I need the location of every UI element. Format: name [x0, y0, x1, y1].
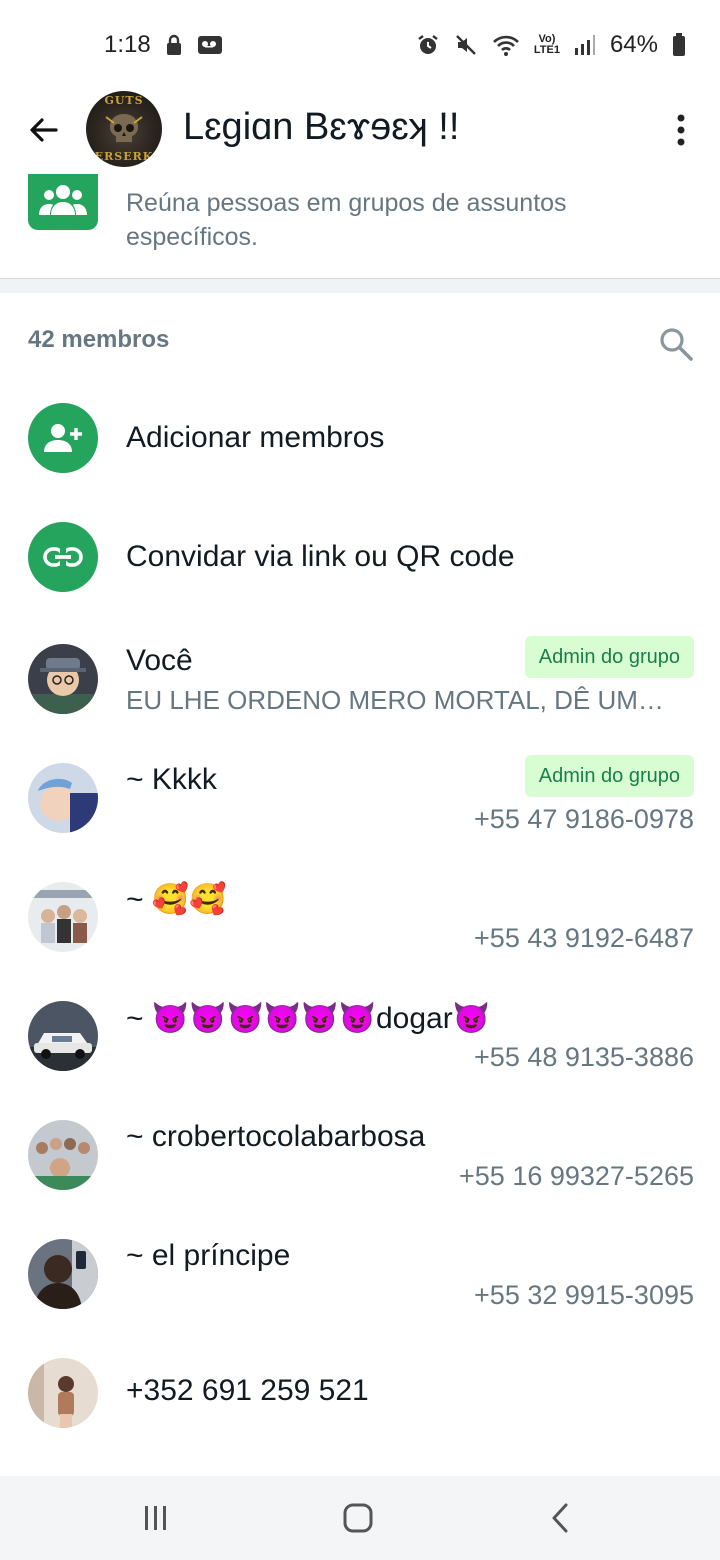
battery-percent: 64%: [609, 31, 658, 58]
community-group-icon: [28, 174, 98, 230]
section-divider: [0, 279, 720, 293]
avatar: [28, 644, 98, 714]
battery-icon: [672, 33, 686, 57]
wifi-icon: [492, 33, 520, 57]
more-options-button[interactable]: [666, 110, 696, 150]
member-row[interactable]: ~ 🥰🥰 +55 43 9192-6487: [0, 874, 720, 992]
group-name[interactable]: Lɛgiɑn Bɛɤɘɛʞ !!: [183, 106, 459, 149]
community-promo[interactable]: Reúna pessoas em grupos de assuntos espe…: [0, 174, 720, 279]
lock-icon: [165, 34, 183, 56]
back-nav-button[interactable]: [540, 1498, 580, 1538]
invite-link-button[interactable]: Convidar via link ou QR code: [0, 507, 720, 607]
recents-icon: [145, 1506, 166, 1530]
avatar: [28, 763, 98, 833]
members-count: 42 membros: [28, 326, 170, 353]
member-row[interactable]: ~ crobertocolabarbosa +55 16 99327-5265: [0, 1112, 720, 1230]
member-name: Você: [126, 644, 193, 677]
avatar: [28, 882, 98, 952]
member-phone: +55 43 9192-6487: [474, 923, 694, 953]
member-name: ~ 🥰🥰: [126, 883, 227, 916]
member-name: ~ 😈😈😈😈😈😈dogar😈: [126, 1002, 491, 1035]
mute-icon: [454, 33, 478, 57]
signal-icon: [574, 34, 596, 56]
alarm-icon: [416, 33, 440, 57]
group-avatar[interactable]: GUTS ERSERK: [86, 91, 162, 167]
member-phone: +55 48 9135-3886: [474, 1042, 694, 1072]
add-members-label: Adicionar membros: [126, 421, 385, 454]
member-phone: +55 47 9186-0978: [474, 804, 694, 834]
avatar: [28, 1239, 98, 1309]
chat-info-header: GUTS ERSERK Lɛgiɑn Bɛɤɘɛʞ !!: [0, 88, 720, 174]
member-phone: +55 16 99327-5265: [459, 1161, 694, 1191]
voicemail-icon: [197, 35, 223, 55]
member-name: +352 691 259 521: [126, 1374, 369, 1407]
admin-badge: Admin do grupo: [524, 636, 694, 678]
status-time: 1:18: [104, 31, 151, 58]
recents-button[interactable]: [136, 1498, 176, 1538]
member-row[interactable]: ~ Kkkk Admin do grupo +55 47 9186-0978: [0, 755, 720, 873]
member-name: ~ crobertocolabarbosa: [126, 1120, 426, 1153]
link-icon: [28, 522, 98, 592]
status-bar: 1:18 Vo) LTE1 64%: [0, 0, 720, 90]
member-row[interactable]: ~ 😈😈😈😈😈😈dogar😈 +55 48 9135-3886: [0, 993, 720, 1111]
home-icon: [343, 1503, 373, 1533]
avatar: [28, 1358, 98, 1428]
avatar: [28, 1120, 98, 1190]
chevron-left-icon: [552, 1503, 568, 1533]
search-icon: [660, 328, 693, 361]
skull-icon: [105, 114, 143, 142]
member-name: ~ Kkkk: [126, 763, 217, 796]
search-members-button[interactable]: [658, 326, 698, 366]
back-button[interactable]: [24, 110, 64, 150]
member-row[interactable]: ~ el príncipe +55 32 9915-3095: [0, 1231, 720, 1349]
arrow-left-icon: [30, 118, 58, 142]
invite-link-label: Convidar via link ou QR code: [126, 540, 515, 573]
member-phone: +55 32 9915-3095: [474, 1280, 694, 1310]
member-status: EU LHE ORDENO MERO MORTAL, DÊ UM…: [126, 685, 664, 715]
lte-indicator: Vo) LTE1: [533, 33, 560, 56]
member-row[interactable]: Você Admin do grupo EU LHE ORDENO MERO M…: [0, 636, 720, 754]
home-button[interactable]: [338, 1498, 378, 1538]
add-members-button[interactable]: Adicionar membros: [0, 388, 720, 488]
member-name: ~ el príncipe: [126, 1239, 291, 1272]
more-vert-icon: [677, 114, 685, 146]
avatar: [28, 1001, 98, 1071]
member-row[interactable]: +352 691 259 521: [0, 1350, 720, 1468]
add-person-icon: [28, 403, 98, 473]
admin-badge: Admin do grupo: [524, 755, 694, 797]
system-nav-bar: [0, 1476, 720, 1560]
community-description: Reúna pessoas em grupos de assuntos espe…: [126, 189, 567, 251]
